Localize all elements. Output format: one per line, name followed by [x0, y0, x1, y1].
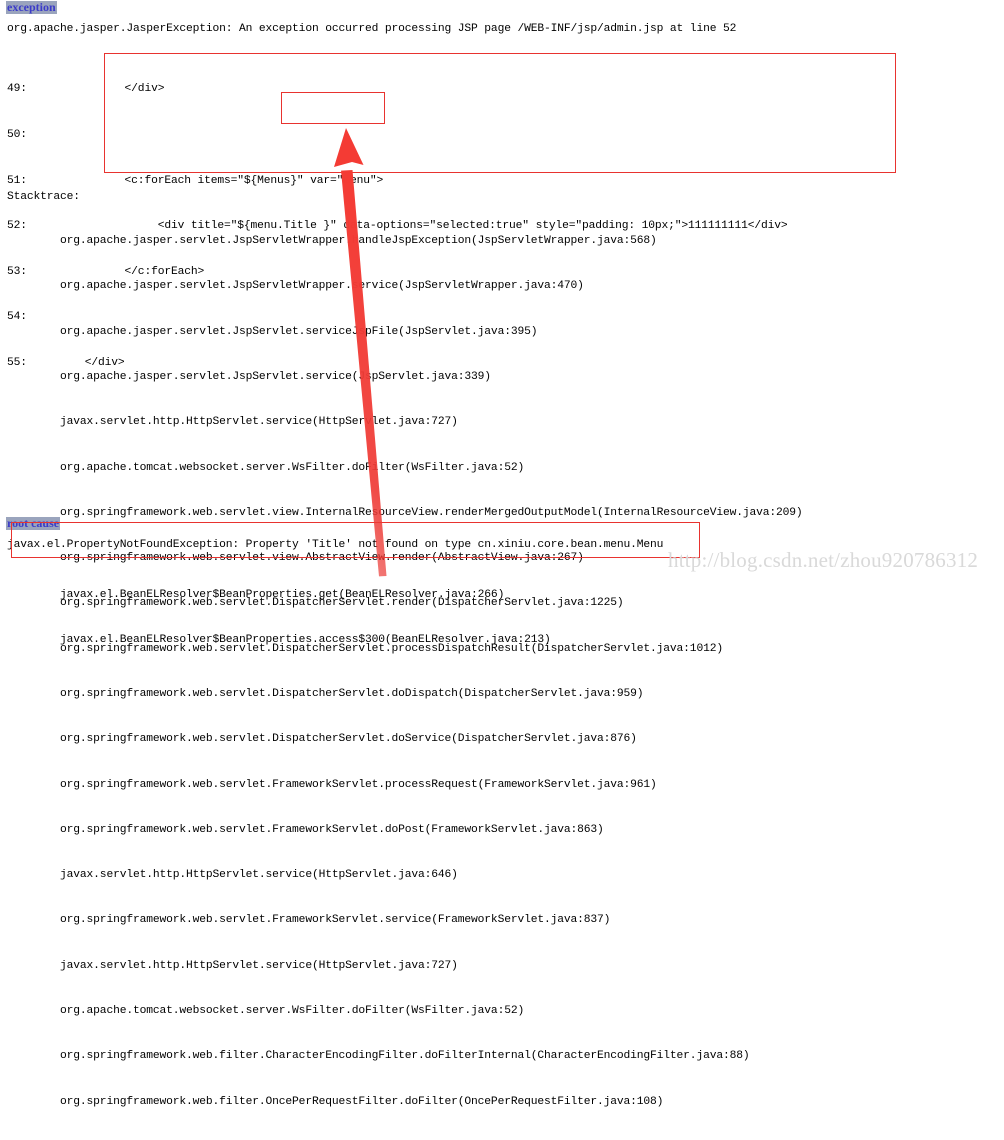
stacktrace-frame: org.springframework.web.servlet.Dispatch… — [7, 688, 644, 700]
code-line-source: </div> — [45, 83, 165, 96]
stacktrace-frame: org.apache.tomcat.websocket.server.WsFil… — [7, 1004, 525, 1017]
code-line: 49: </div> — [7, 82, 967, 97]
stacktrace-frame: org.apache.jasper.servlet.JspServletWrap… — [7, 235, 657, 248]
code-line-number: 51: — [7, 174, 27, 187]
stacktrace-frame: org.apache.tomcat.websocket.server.WsFil… — [7, 461, 525, 474]
root-cause-message: javax.el.PropertyNotFoundException: Prop… — [7, 539, 664, 551]
error-page: exception org.apache.jasper.JasperExcept… — [0, 0, 1004, 1108]
stacktrace-frame: org.springframework.web.servlet.Framewor… — [7, 914, 611, 927]
root-cause-stacktrace-list: javax.el.BeanELResolver$BeanProperties.g… — [7, 558, 551, 679]
stacktrace-frame: org.apache.jasper.servlet.JspServlet.ser… — [7, 325, 538, 338]
root-cause-heading: root cause — [6, 516, 61, 530]
code-line: 51: <c:forEach items="${Menus}" var="men… — [7, 174, 967, 189]
exception-heading: exception — [6, 0, 57, 14]
stacktrace-frame: org.springframework.web.servlet.Dispatch… — [7, 733, 637, 746]
exception-message: org.apache.jasper.JasperException: An ex… — [7, 23, 737, 35]
stacktrace-frame: javax.servlet.http.HttpServlet.service(H… — [7, 416, 458, 429]
watermark-text: http://blog.csdn.net/zhou920786312 — [668, 548, 979, 572]
stacktrace-frame: org.springframework.web.servlet.Framewor… — [7, 778, 657, 791]
stacktrace-frame: javax.el.BeanELResolver$BeanProperties.g… — [7, 589, 505, 602]
stacktrace-frame: org.apache.jasper.servlet.JspServlet.ser… — [7, 371, 491, 384]
stacktrace-frame: org.apache.jasper.servlet.JspServletWrap… — [7, 280, 584, 293]
stacktrace-frame: javax.el.BeanELResolver$BeanProperties.a… — [7, 634, 551, 647]
code-line-number: 49: — [7, 83, 27, 96]
code-line: 50: — [7, 128, 967, 143]
stacktrace-label: Stacktrace: — [7, 191, 80, 203]
code-line-source: <c:forEach items="${Menus}" var="menu"> — [45, 174, 384, 187]
stacktrace-frame: org.springframework.web.servlet.view.Int… — [7, 506, 803, 519]
stacktrace-frame: org.springframework.web.servlet.Framewor… — [7, 823, 604, 836]
stacktrace-frame: org.springframework.web.filter.Character… — [7, 1050, 750, 1063]
code-line-number: 50: — [7, 129, 27, 141]
stacktrace-frame: javax.servlet.http.HttpServlet.service(H… — [7, 869, 458, 882]
stacktrace-frame: javax.servlet.http.HttpServlet.service(H… — [7, 959, 458, 972]
stacktrace-frame: org.springframework.web.filter.OncePerRe… — [7, 1095, 664, 1108]
